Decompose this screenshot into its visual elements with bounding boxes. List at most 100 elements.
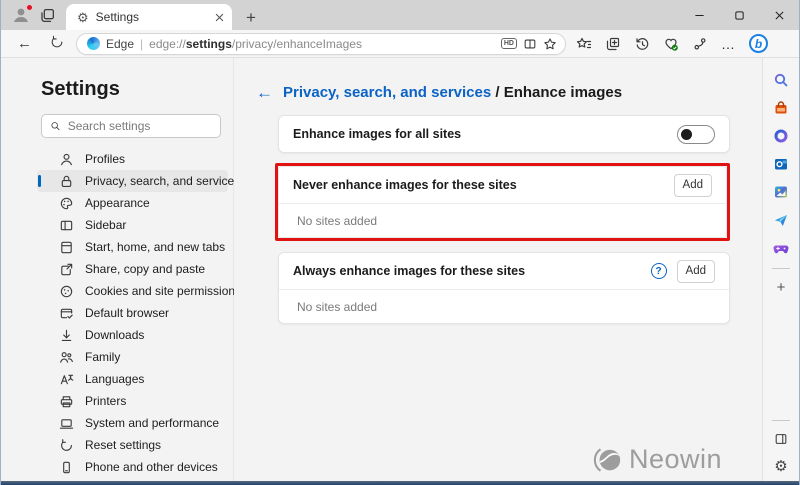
address-toolbar: ← Edge | edge://settings/privacy/enhance…	[1, 30, 799, 58]
image-creator-icon[interactable]	[769, 180, 793, 204]
url-path: /privacy/enhanceImages	[232, 37, 362, 51]
enhance-images-hd-icon[interactable]: HD	[501, 38, 517, 49]
share-icon[interactable]	[692, 36, 708, 52]
sidebar-item-label: Profiles	[85, 152, 125, 166]
sidebar-item-cookies[interactable]: Cookies and site permissions	[37, 280, 228, 302]
customize-sidebar-button[interactable]: +	[769, 275, 793, 299]
sidebar-divider	[772, 420, 790, 421]
sidebar-item-label: Appearance	[85, 196, 150, 210]
url-text[interactable]: edge://settings/privacy/enhanceImages	[149, 37, 495, 51]
sidebar-item-label: Family	[85, 350, 120, 364]
sidebar-item-label: Default browser	[85, 306, 169, 320]
sidebar-item-downloads[interactable]: Downloads	[37, 324, 228, 346]
lock-icon	[58, 173, 74, 189]
sidebar-panel-icon[interactable]	[769, 427, 793, 451]
sidebar-item-system[interactable]: System and performance	[37, 412, 228, 434]
new-tab-button[interactable]: +	[242, 8, 260, 30]
minimize-button[interactable]	[679, 0, 719, 30]
window-bottom-edge	[1, 481, 799, 485]
never-enhance-empty-text: No sites added	[279, 204, 726, 237]
page-icon	[58, 239, 74, 255]
close-button[interactable]	[759, 0, 799, 30]
shopping-icon[interactable]	[769, 96, 793, 120]
sidebar-item-appearance[interactable]: Appearance	[37, 192, 228, 214]
neowin-logo-icon	[593, 445, 623, 475]
sidebar-item-default-browser[interactable]: Default browser	[37, 302, 228, 324]
sidebar-item-label: Languages	[85, 372, 144, 386]
refresh-icon[interactable]	[44, 35, 70, 53]
sidebar-item-sidebar[interactable]: Sidebar	[37, 214, 228, 236]
url-host: settings	[186, 37, 232, 51]
tab-gear-icon: ⚙	[77, 11, 89, 24]
sidebar-item-phone[interactable]: Phone and other devices	[37, 456, 228, 478]
sidebar-settings-gear-icon[interactable]: ⚙	[774, 457, 787, 475]
copilot-bing-icon[interactable]: b	[749, 34, 768, 53]
always-enhance-add-button[interactable]: Add	[677, 260, 715, 283]
sidebar-item-languages[interactable]: Languages	[37, 368, 228, 390]
enhance-all-sites-toggle[interactable]	[677, 125, 715, 144]
sidebar-item-privacy[interactable]: Privacy, search, and services	[37, 170, 228, 192]
help-icon[interactable]: ?	[651, 263, 667, 279]
split-screen-icon[interactable]	[523, 37, 537, 51]
url-bar[interactable]: Edge | edge://settings/privacy/enhanceIm…	[76, 33, 566, 55]
download-icon	[58, 327, 74, 343]
settings-content: ← Privacy, search, and services / Enhanc…	[234, 58, 762, 481]
browser-icon	[58, 305, 74, 321]
settings-search-input[interactable]	[68, 119, 212, 133]
back-icon[interactable]: ←	[11, 35, 38, 52]
neowin-watermark: Neowin	[593, 444, 722, 475]
history-icon[interactable]	[634, 36, 650, 52]
breadcrumb: ← Privacy, search, and services / Enhanc…	[256, 84, 762, 101]
sidebar-item-label: Cookies and site permissions	[85, 284, 241, 298]
favorite-star-icon[interactable]	[543, 37, 557, 51]
sidebar-item-share-copy[interactable]: Share, copy and paste	[37, 258, 228, 280]
games-icon[interactable]	[769, 236, 793, 260]
laptop-icon	[58, 415, 74, 431]
url-scheme: edge://	[149, 37, 186, 51]
sidebar-item-label: Share, copy and paste	[85, 262, 205, 276]
settings-nav-list: Profiles Privacy, search, and services A…	[37, 148, 228, 478]
edge-logo-icon	[87, 37, 100, 50]
workspaces-icon[interactable]	[39, 7, 56, 24]
breadcrumb-parent-link[interactable]: Privacy, search, and services	[283, 84, 491, 101]
toggle-knob	[681, 129, 692, 140]
sidebar-item-label: Start, home, and new tabs	[85, 240, 225, 254]
maximize-button[interactable]	[719, 0, 759, 30]
always-enhance-empty-text: No sites added	[279, 290, 729, 323]
sidebar-item-reset[interactable]: Reset settings	[37, 434, 228, 456]
family-icon	[58, 349, 74, 365]
m365-icon[interactable]	[769, 124, 793, 148]
sidebar-item-label: Phone and other devices	[85, 460, 218, 474]
sidebar-item-label: Reset settings	[85, 438, 161, 452]
favorites-hub-icon[interactable]	[576, 36, 592, 52]
phone-icon	[58, 459, 74, 475]
browser-essentials-icon[interactable]	[663, 36, 679, 52]
sidebar-item-start-home[interactable]: Start, home, and new tabs	[37, 236, 228, 258]
card-title: Always enhance images for these sites	[293, 264, 651, 278]
sidebar-layout-icon	[58, 217, 74, 233]
collections-icon[interactable]	[605, 36, 621, 52]
settings-title: Settings	[1, 78, 233, 101]
tab-close-icon[interactable]	[215, 13, 224, 22]
tab-settings[interactable]: ⚙ Settings	[66, 4, 232, 30]
cookie-icon	[58, 283, 74, 299]
card-title: Never enhance images for these sites	[293, 178, 674, 192]
sidebar-item-label: Sidebar	[85, 218, 126, 232]
share-copy-icon	[58, 261, 74, 277]
card-title: Enhance images for all sites	[293, 127, 677, 141]
search-icon	[50, 120, 61, 132]
sidebar-item-label: System and performance	[85, 416, 219, 430]
sidebar-search-icon[interactable]	[769, 68, 793, 92]
settings-search[interactable]	[41, 114, 221, 138]
never-enhance-add-button[interactable]: Add	[674, 174, 712, 197]
outlook-icon[interactable]	[769, 152, 793, 176]
drop-icon[interactable]	[769, 208, 793, 232]
sidebar-item-profiles[interactable]: Profiles	[37, 148, 228, 170]
more-menu-icon[interactable]: …	[721, 36, 736, 52]
sidebar-item-family[interactable]: Family	[37, 346, 228, 368]
edge-brand-label: Edge	[106, 37, 134, 51]
back-arrow-icon[interactable]: ←	[256, 84, 273, 101]
settings-sidebar: Settings Profiles Privacy, search, and s…	[1, 58, 234, 481]
profile-avatar[interactable]	[11, 5, 31, 25]
sidebar-item-printers[interactable]: Printers	[37, 390, 228, 412]
